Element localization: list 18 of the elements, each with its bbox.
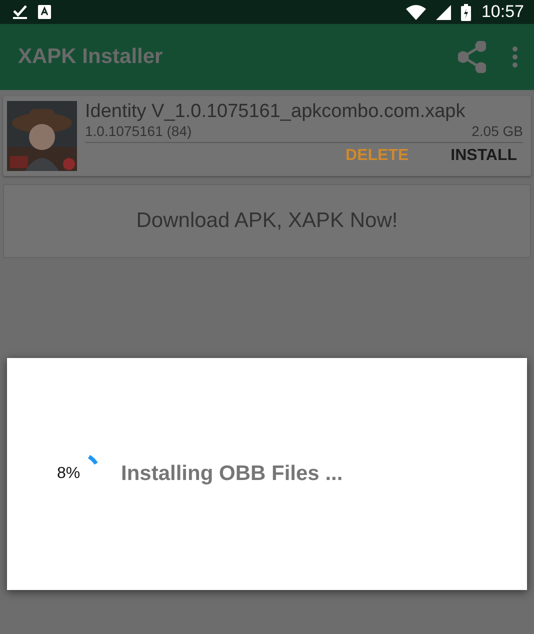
progress-percent: 8% bbox=[57, 465, 80, 483]
install-button[interactable]: INSTALL bbox=[444, 147, 523, 165]
more-options-icon[interactable] bbox=[512, 46, 518, 68]
signal-icon bbox=[436, 4, 452, 20]
delete-button[interactable]: DELETE bbox=[340, 147, 415, 165]
status-time: 10:57 bbox=[481, 2, 524, 22]
progress-arc bbox=[88, 455, 98, 465]
download-banner-button[interactable]: Download APK, XAPK Now! bbox=[3, 184, 531, 258]
file-size: 2.05 GB bbox=[472, 123, 523, 139]
file-version: 1.0.1075161 (84) bbox=[85, 123, 192, 139]
keyboard-icon bbox=[38, 5, 51, 19]
battery-charging-icon bbox=[461, 4, 472, 20]
file-name: Identity V_1.0.1075161_apkcombo.com.xapk bbox=[85, 101, 466, 123]
share-icon[interactable] bbox=[458, 41, 486, 73]
app-title: XAPK Installer bbox=[18, 45, 164, 69]
download-done-icon bbox=[12, 5, 28, 19]
wifi-icon bbox=[406, 4, 426, 20]
progress-message: Installing OBB Files ... bbox=[121, 462, 343, 486]
